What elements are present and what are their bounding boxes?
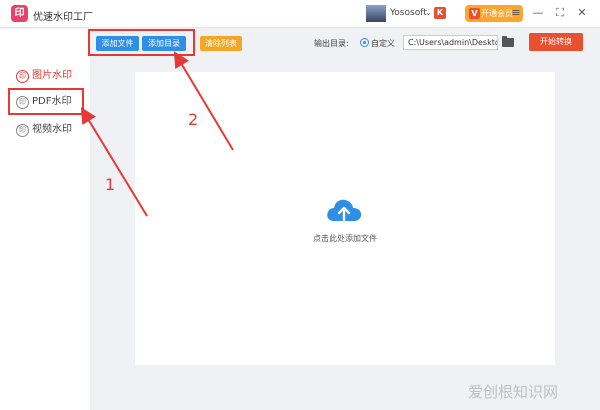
chevron-down-icon[interactable]: ⌄ xyxy=(425,8,432,17)
sidebar-item-label: 图片水印 xyxy=(32,70,72,81)
username[interactable]: Yososoft xyxy=(390,8,427,18)
user-badge-icon: K xyxy=(434,7,446,19)
vip-icon: V xyxy=(469,8,480,19)
custom-radio-label[interactable]: 自定义 xyxy=(371,38,395,49)
annotation-number-1: 1 xyxy=(105,175,116,194)
stamp-icon: 印 xyxy=(16,70,29,83)
title-bar: 印 优速水印工厂 Yososoft ⌄ K V 开通会员 ≡ — ⛶ ✕ xyxy=(0,0,600,28)
highlight-box-toolbar xyxy=(88,29,195,56)
clear-list-button[interactable]: 清除列表 xyxy=(200,36,242,51)
annotation-number-2: 2 xyxy=(188,110,199,129)
menu-icon[interactable]: ≡ xyxy=(509,6,523,20)
sidebar-item-label: 视频水印 xyxy=(32,124,72,135)
watermark-text: 爱创根知识网 xyxy=(468,383,559,401)
sidebar-item-image-watermark[interactable]: 印 图片水印 xyxy=(12,65,72,87)
highlight-box-pdf xyxy=(8,88,84,115)
dropzone-hint[interactable]: 点击此处添加文件 xyxy=(300,233,390,244)
cloud-upload-icon[interactable] xyxy=(325,197,363,225)
maximize-icon[interactable]: ⛶ xyxy=(553,6,567,20)
sidebar: 印 图片水印 印 PDF水印 印 视频水印 xyxy=(0,29,90,410)
custom-radio[interactable] xyxy=(360,38,369,47)
avatar[interactable] xyxy=(366,5,386,22)
sidebar-item-video-watermark[interactable]: 印 视频水印 xyxy=(12,119,72,141)
minimize-icon[interactable]: — xyxy=(531,6,545,20)
app-logo-icon: 印 xyxy=(11,5,28,22)
output-directory-label: 输出目录: xyxy=(314,39,349,48)
start-convert-button[interactable]: 开始转换 xyxy=(529,33,583,51)
close-icon[interactable]: ✕ xyxy=(575,6,589,20)
output-path-input[interactable] xyxy=(403,35,498,50)
folder-icon[interactable] xyxy=(502,36,514,47)
stamp-icon: 印 xyxy=(16,124,29,137)
app-title: 优速水印工厂 xyxy=(33,12,93,23)
